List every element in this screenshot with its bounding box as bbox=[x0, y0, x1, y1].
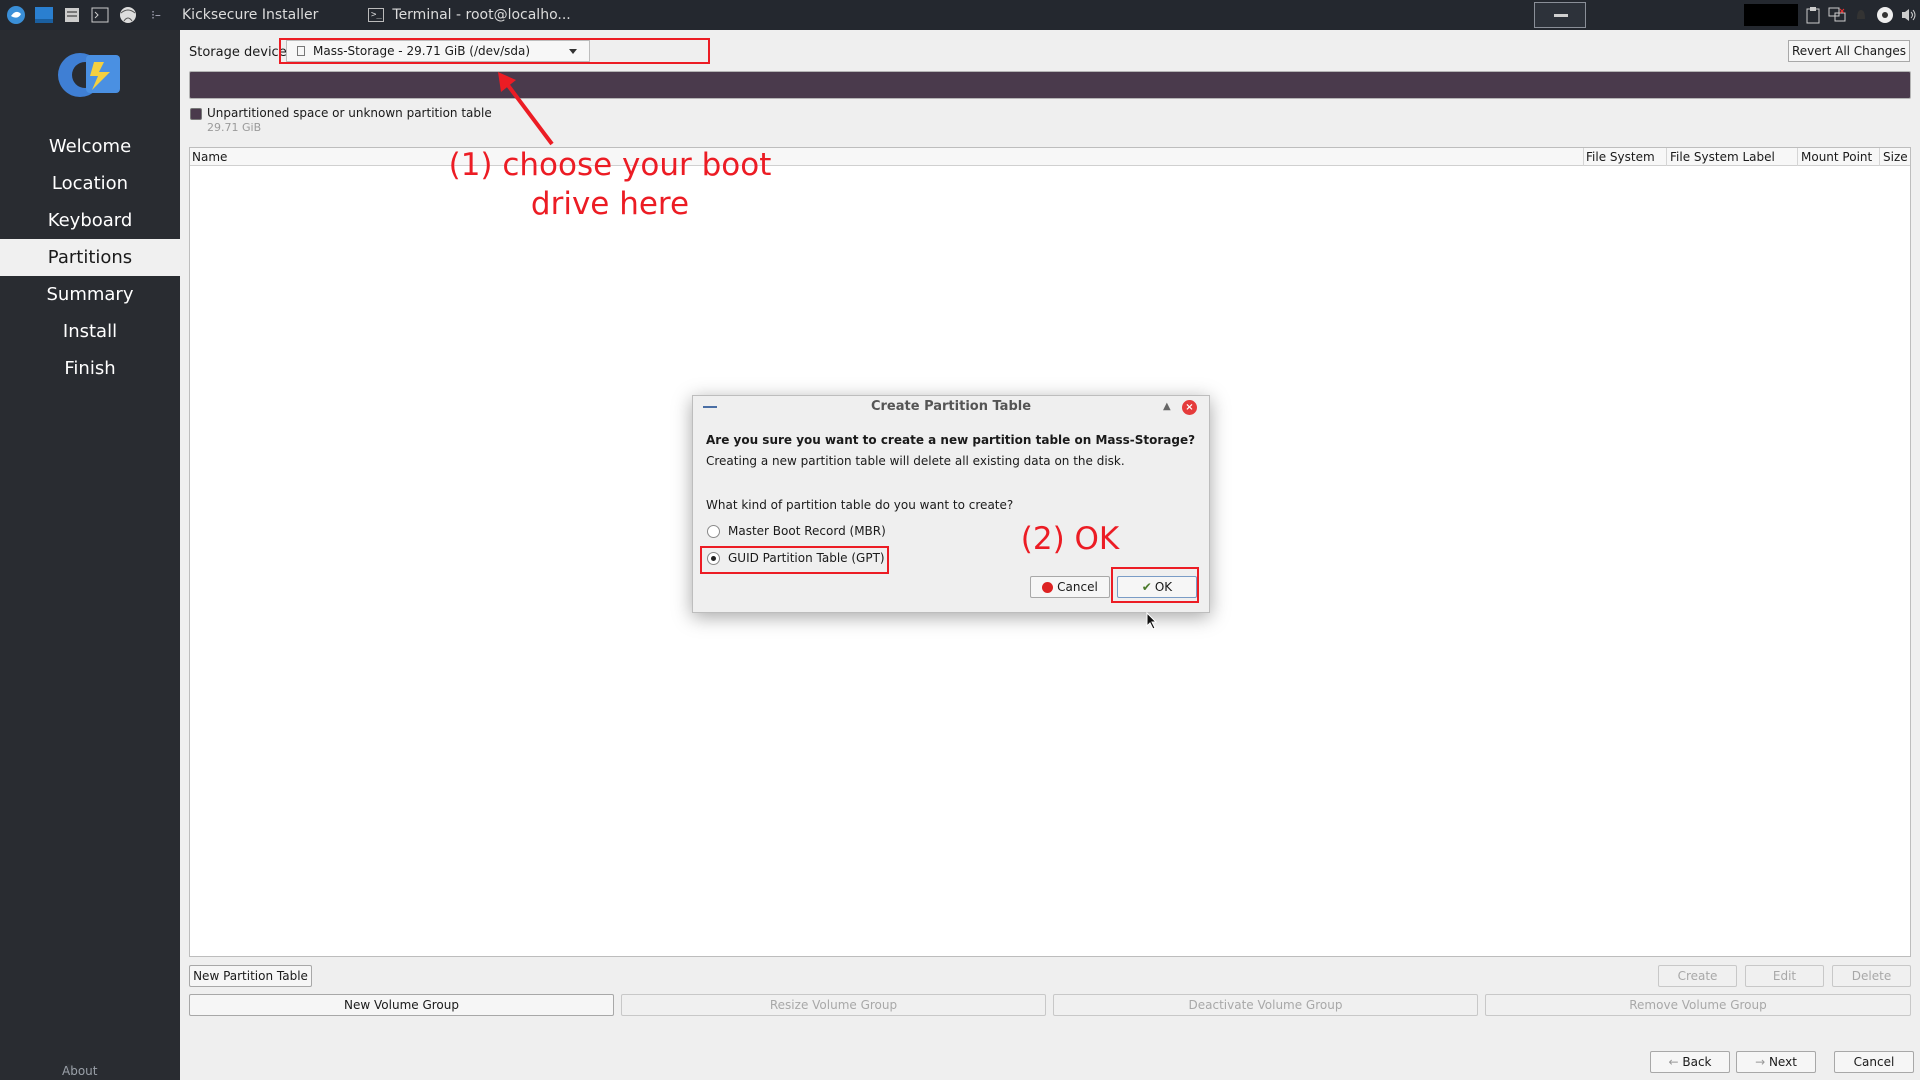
resize-volume-group-button[interactable]: Resize Volume Group bbox=[621, 994, 1046, 1016]
nav-welcome[interactable]: Welcome bbox=[0, 128, 180, 165]
task-label: Terminal - root@localho... bbox=[392, 7, 571, 23]
mouse-cursor-icon bbox=[1146, 612, 1158, 630]
close-icon[interactable]: × bbox=[1182, 400, 1197, 415]
network-icon[interactable] bbox=[1828, 6, 1846, 24]
dialog-warning: Creating a new partition table will dele… bbox=[706, 454, 1125, 468]
new-volume-group-button[interactable]: New Volume Group bbox=[189, 994, 614, 1016]
about-button[interactable]: About bbox=[62, 1064, 97, 1078]
highlight-storage-device bbox=[279, 38, 710, 64]
edit-button[interactable]: Edit bbox=[1745, 965, 1824, 987]
deactivate-volume-group-button[interactable]: Deactivate Volume Group bbox=[1053, 994, 1478, 1016]
minimize-icon[interactable]: ▲ bbox=[1163, 401, 1171, 412]
nav-keyboard[interactable]: Keyboard bbox=[0, 202, 180, 239]
column-mount-point[interactable]: Mount Point bbox=[1801, 150, 1872, 164]
media-icon[interactable] bbox=[1876, 6, 1894, 24]
clipboard-icon[interactable] bbox=[1804, 6, 1822, 24]
tray-indicator bbox=[1744, 4, 1798, 26]
task-label: Kicksecure Installer bbox=[182, 7, 319, 23]
task-terminal[interactable]: >_ Terminal - root@localho... bbox=[354, 0, 584, 30]
nav-finish[interactable]: Finish bbox=[0, 350, 180, 387]
column-file-system-label[interactable]: File System Label bbox=[1670, 150, 1775, 164]
dialog-title: Create Partition Table bbox=[870, 399, 1032, 414]
revert-all-changes-button[interactable]: Revert All Changes bbox=[1788, 40, 1910, 62]
show-desktop-icon[interactable] bbox=[32, 3, 56, 27]
legend-label: Unpartitioned space or unknown partition… bbox=[207, 106, 492, 120]
terminal-icon: >_ bbox=[368, 8, 385, 22]
column-name[interactable]: Name bbox=[192, 150, 227, 164]
create-button[interactable]: Create bbox=[1658, 965, 1737, 987]
back-button[interactable]: ← Back bbox=[1650, 1051, 1730, 1073]
nav-summary[interactable]: Summary bbox=[0, 276, 180, 313]
storage-device-label: Storage device bbox=[189, 45, 287, 60]
nav-location[interactable]: Location bbox=[0, 165, 180, 202]
system-tray bbox=[1744, 4, 1918, 26]
volume-icon[interactable] bbox=[1900, 6, 1918, 24]
taskbar: ⁝– Kicksecure Installer >_ Terminal - ro… bbox=[0, 0, 1920, 30]
workspace-switcher-button[interactable] bbox=[1534, 2, 1586, 28]
browser-icon[interactable] bbox=[116, 3, 140, 27]
legend-size: 29.71 GiB bbox=[207, 121, 262, 134]
notification-icon[interactable] bbox=[1852, 6, 1870, 24]
legend-swatch bbox=[190, 108, 202, 120]
annotation-step1-line1: (1) choose your boot bbox=[448, 147, 772, 183]
partition-kind-question: What kind of partition table do you want… bbox=[706, 498, 1014, 512]
partition-bar bbox=[189, 71, 1911, 99]
remove-volume-group-button[interactable]: Remove Volume Group bbox=[1485, 994, 1911, 1016]
highlight-ok-button bbox=[1111, 567, 1199, 603]
column-file-system[interactable]: File System bbox=[1586, 150, 1655, 164]
dialog-cancel-label: Cancel bbox=[1057, 580, 1098, 594]
delete-button[interactable]: Delete bbox=[1832, 965, 1911, 987]
cancel-button[interactable]: Cancel bbox=[1834, 1051, 1914, 1073]
arrow-left-icon: ← bbox=[1668, 1055, 1679, 1069]
kicksecure-logo bbox=[56, 50, 124, 100]
back-label: Back bbox=[1682, 1055, 1712, 1069]
new-partition-table-button[interactable]: New Partition Table bbox=[189, 965, 312, 987]
nav-partitions[interactable]: Partitions bbox=[0, 239, 180, 276]
annotation-step1-line2: drive here bbox=[530, 186, 690, 222]
radio-label: Master Boot Record (MBR) bbox=[728, 524, 886, 538]
annotation-arrow bbox=[498, 72, 554, 146]
installer-sidebar: Welcome Location Keyboard Partitions Sum… bbox=[0, 30, 180, 1080]
annotation-step1: (1) choose your boot drive here bbox=[430, 146, 790, 224]
highlight-gpt-option bbox=[700, 546, 889, 574]
next-label: Next bbox=[1768, 1055, 1797, 1069]
arrow-right-icon: → bbox=[1755, 1055, 1766, 1069]
column-size[interactable]: Size bbox=[1883, 150, 1908, 164]
annotation-step2: (2) OK bbox=[1020, 521, 1120, 557]
file-manager-icon[interactable] bbox=[60, 3, 84, 27]
dialog-question: Are you sure you want to create a new pa… bbox=[706, 433, 1196, 447]
cancel-icon bbox=[1042, 581, 1054, 593]
task-kicksecure-installer[interactable]: Kicksecure Installer bbox=[168, 0, 332, 30]
dots-menu-icon[interactable]: ⁝– bbox=[144, 3, 168, 27]
app-menu-icon[interactable] bbox=[4, 3, 28, 27]
radio-button[interactable] bbox=[707, 524, 720, 538]
next-button[interactable]: → Next bbox=[1736, 1051, 1816, 1073]
dialog-cancel-button[interactable]: Cancel bbox=[1030, 576, 1110, 598]
nav-install[interactable]: Install bbox=[0, 313, 180, 350]
radio-mbr[interactable]: Master Boot Record (MBR) bbox=[707, 524, 886, 538]
terminal-launcher-icon[interactable] bbox=[88, 3, 112, 27]
